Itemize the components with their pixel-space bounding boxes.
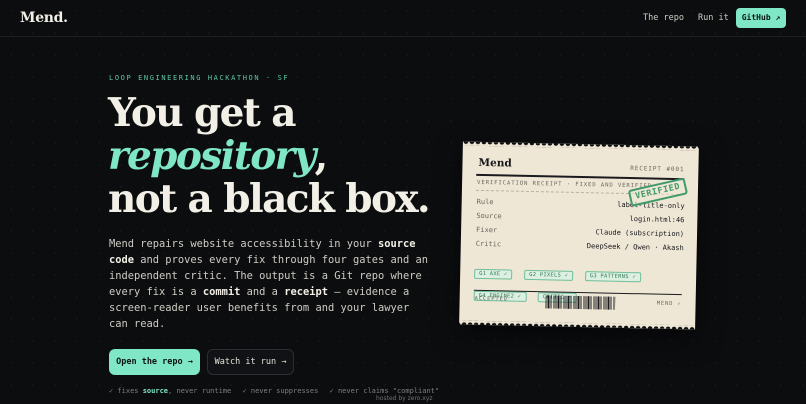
receipt-row-value: Claude (subscription) bbox=[595, 228, 685, 239]
github-button[interactable]: GitHub ↗ bbox=[736, 8, 786, 28]
receipt-accepted-label: ACCEPTED bbox=[474, 295, 508, 303]
top-nav: Mend. The repo Run it GitHub ↗ bbox=[0, 0, 806, 37]
hero-headline: You get a repository, not a black box. bbox=[108, 92, 448, 221]
nav-link-the-repo[interactable]: The repo bbox=[643, 13, 684, 23]
hosted-by-label[interactable]: hosted by zero.xyz bbox=[376, 395, 433, 402]
receipt-perforation-bottom bbox=[459, 320, 696, 330]
nav-link-run-it[interactable]: Run it bbox=[698, 13, 729, 23]
guarantee-source-bold: source bbox=[142, 387, 169, 395]
open-repo-button[interactable]: Open the repo → bbox=[109, 349, 200, 375]
hero-description: Mend repairs website accessibility in yo… bbox=[109, 236, 429, 332]
guarantee-list: ✓ fixes source, never runtime ✓ never su… bbox=[109, 387, 439, 395]
site-logo[interactable]: Mend. bbox=[20, 10, 68, 26]
headline-comma: , bbox=[314, 133, 329, 179]
receipt-row-critic: Critic DeepSeek / Qwen · Akash bbox=[476, 240, 684, 256]
receipt-footer-mark: MEND ✓ bbox=[656, 300, 682, 308]
eyebrow-label: LOOP ENGINEERING HACKATHON · SF bbox=[109, 74, 290, 82]
receipt-row-key: Source bbox=[476, 211, 502, 221]
receipt-row-value: DeepSeek / Qwen · Akash bbox=[586, 242, 684, 253]
guarantee-no-compliant: ✓ never claims "compliant" bbox=[329, 387, 440, 395]
guarantee-source-prefix: ✓ fixes bbox=[109, 387, 143, 395]
receipt-paper: Mend RECEIPT #001 VERIFICATION RECEIPT ·… bbox=[459, 141, 699, 330]
receipt-number: RECEIPT #001 bbox=[630, 165, 685, 174]
chip-g1-axe: G1 AXE ✓ bbox=[474, 268, 513, 280]
guarantee-no-suppress: ✓ never suppresses bbox=[242, 387, 319, 395]
receipt-row-key: Rule bbox=[476, 197, 494, 207]
headline-line-1: You get a bbox=[108, 90, 297, 136]
receipt-perforation-top bbox=[462, 141, 699, 151]
verification-receipt: Mend RECEIPT #001 VERIFICATION RECEIPT ·… bbox=[459, 141, 699, 330]
guarantee-source-suffix: , never runtime bbox=[168, 387, 232, 395]
watch-it-run-button[interactable]: Watch it run → bbox=[207, 349, 294, 375]
desc-bold-receipt: receipt bbox=[284, 286, 328, 298]
receipt-row-value: login.html:46 bbox=[629, 215, 685, 225]
receipt-row-key: Fixer bbox=[476, 225, 498, 235]
chip-g3-patterns: G3 PATTERNS ✓ bbox=[584, 271, 641, 283]
receipt-brand: Mend bbox=[478, 156, 512, 170]
desc-bold-commit: commit bbox=[202, 286, 241, 298]
headline-accent: repository bbox=[108, 133, 316, 179]
desc-text-3: and a bbox=[240, 286, 285, 298]
receipt-row-key: Critic bbox=[475, 239, 502, 249]
receipt-subtitle: VERIFICATION RECEIPT · FIXED AND VERIFIE… bbox=[477, 179, 653, 190]
chip-g2-pixels: G2 PIXELS ✓ bbox=[524, 269, 574, 281]
guarantee-source: ✓ fixes source, never runtime bbox=[109, 387, 231, 395]
headline-line-3: not a black box. bbox=[108, 176, 431, 222]
desc-text-1: Mend repairs website accessibility in yo… bbox=[109, 238, 378, 250]
barcode-icon bbox=[545, 295, 616, 310]
receipt-divider bbox=[476, 173, 685, 181]
